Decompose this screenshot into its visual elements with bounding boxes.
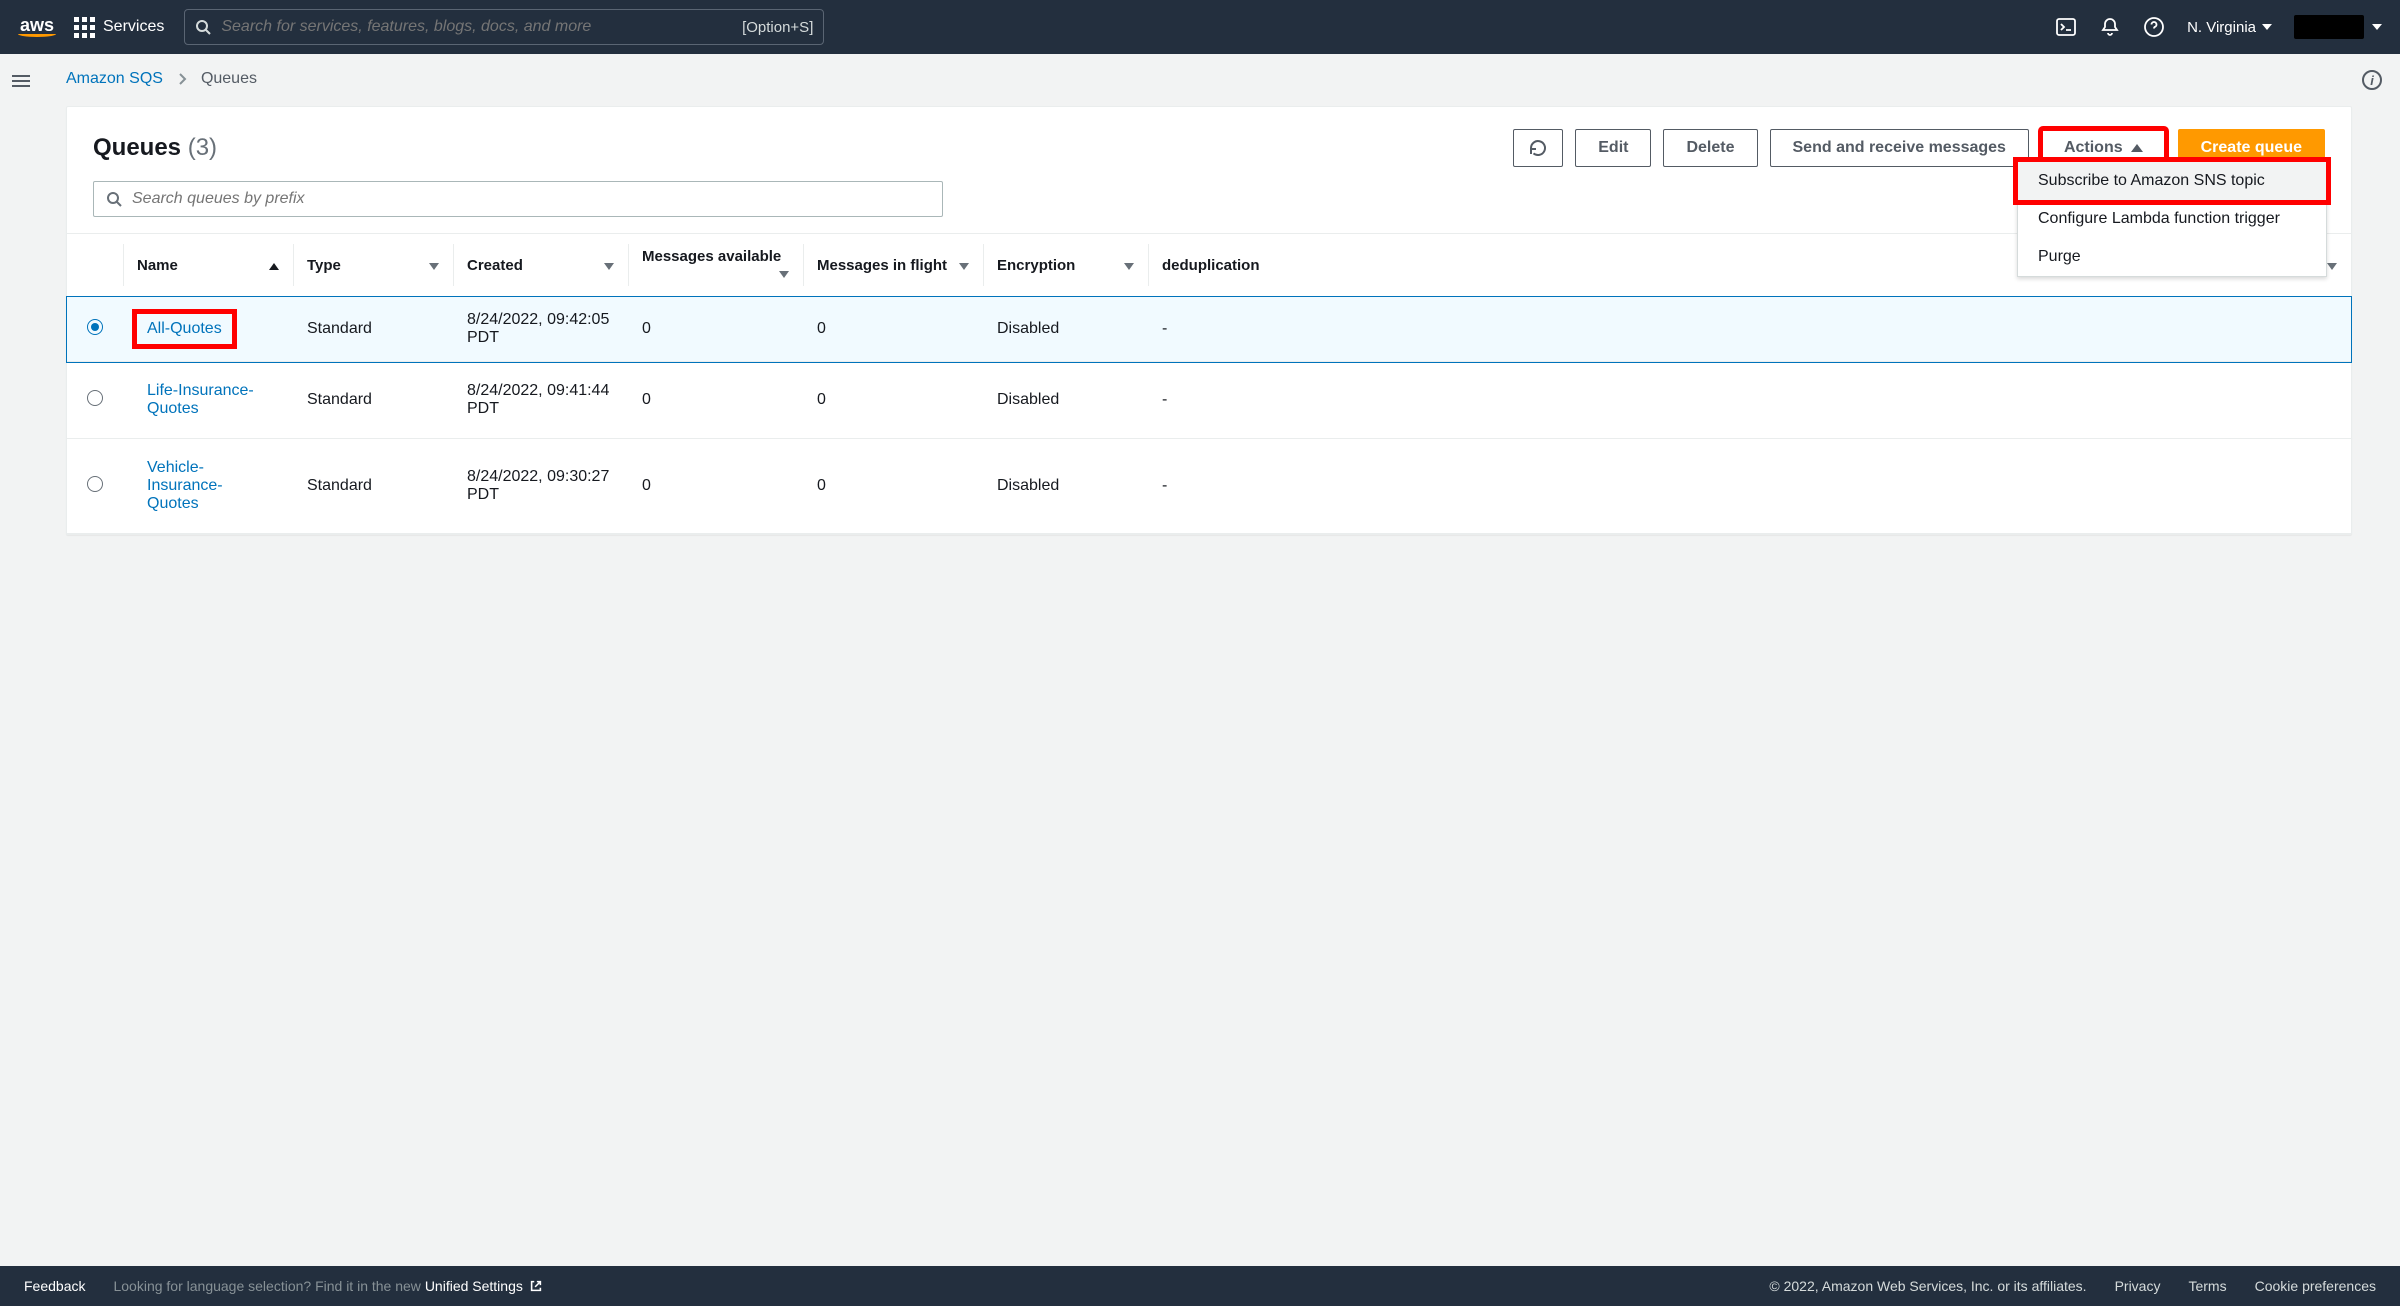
unified-settings-link[interactable]: Unified Settings — [425, 1278, 543, 1294]
cell-created: 8/24/2022, 09:30:27 PDT — [453, 439, 628, 534]
queues-panel: Queues (3) Edit Delete Send and receive … — [66, 106, 2352, 535]
table-row[interactable]: Vehicle-Insurance-Quotes Standard8/24/202… — [67, 439, 2351, 534]
search-shortcut: [Option+S] — [742, 19, 813, 36]
copyright: © 2022, Amazon Web Services, Inc. or its… — [1769, 1278, 2086, 1294]
cell-avail: 0 — [628, 439, 803, 534]
edit-button[interactable]: Edit — [1575, 129, 1651, 167]
caret-down-icon — [2262, 24, 2272, 30]
action-subscribe-sns[interactable]: Subscribe to Amazon SNS topic — [2018, 162, 2326, 200]
cell-encryption: Disabled — [983, 362, 1148, 439]
language-hint: Looking for language selection? Find it … — [113, 1278, 542, 1294]
side-panel-toggle[interactable] — [0, 54, 42, 551]
cell-encryption: Disabled — [983, 297, 1148, 362]
hamburger-icon — [12, 72, 30, 551]
cell-type: Standard — [293, 297, 453, 362]
breadcrumb-root[interactable]: Amazon SQS — [66, 70, 163, 88]
feedback-link[interactable]: Feedback — [24, 1278, 85, 1294]
col-encryption[interactable]: Encryption — [983, 234, 1148, 297]
table-row[interactable]: All-Quotes Standard8/24/2022, 09:42:05 PD… — [67, 297, 2351, 362]
privacy-link[interactable]: Privacy — [2115, 1278, 2161, 1294]
cell-created: 8/24/2022, 09:42:05 PDT — [453, 297, 628, 362]
col-name[interactable]: Name — [123, 234, 293, 297]
action-purge[interactable]: Purge — [2018, 238, 2326, 276]
search-icon — [195, 19, 211, 35]
cell-type: Standard — [293, 362, 453, 439]
queue-name-link[interactable]: Vehicle-Insurance-Quotes — [147, 459, 223, 512]
search-icon — [106, 191, 122, 207]
cell-dedup: - — [1148, 439, 2351, 534]
actions-dropdown: Subscribe to Amazon SNS topic Configure … — [2017, 161, 2327, 277]
cell-flight: 0 — [803, 439, 983, 534]
external-link-icon — [529, 1279, 543, 1293]
send-receive-button[interactable]: Send and receive messages — [1770, 129, 2029, 167]
region-selector[interactable]: N. Virginia — [2187, 19, 2272, 36]
account-dropdown[interactable] — [2294, 15, 2382, 39]
aws-logo[interactable]: aws — [18, 17, 56, 37]
table-row[interactable]: Life-Insurance-Quotes Standard8/24/2022, … — [67, 362, 2351, 439]
cell-flight: 0 — [803, 297, 983, 362]
cell-avail: 0 — [628, 297, 803, 362]
refresh-button[interactable] — [1513, 129, 1563, 167]
terms-link[interactable]: Terms — [2188, 1278, 2226, 1294]
col-messages-available[interactable]: Messages available — [628, 234, 803, 297]
delete-button[interactable]: Delete — [1663, 129, 1757, 167]
footer: Feedback Looking for language selection?… — [0, 1266, 2400, 1306]
cell-created: 8/24/2022, 09:41:44 PDT — [453, 362, 628, 439]
refresh-icon — [1528, 138, 1548, 158]
breadcrumb: Amazon SQS Queues — [66, 70, 2352, 88]
caret-up-icon — [2131, 144, 2143, 152]
queue-name-link[interactable]: Life-Insurance-Quotes — [147, 382, 254, 417]
global-search-input[interactable] — [221, 18, 742, 36]
action-configure-lambda[interactable]: Configure Lambda function trigger — [2018, 200, 2326, 238]
queue-search-input[interactable] — [132, 190, 930, 208]
row-radio[interactable] — [87, 319, 103, 335]
cell-flight: 0 — [803, 362, 983, 439]
chevron-right-icon — [177, 72, 187, 86]
row-radio[interactable] — [87, 390, 103, 406]
breadcrumb-current: Queues — [201, 70, 257, 88]
info-icon[interactable]: i — [2362, 70, 2382, 90]
queue-name-link[interactable]: All-Quotes — [147, 320, 222, 337]
row-radio[interactable] — [87, 476, 103, 492]
cell-dedup: - — [1148, 297, 2351, 362]
queues-table: Name Type Created Messages available Mes… — [67, 233, 2351, 534]
cell-dedup: - — [1148, 362, 2351, 439]
cell-encryption: Disabled — [983, 439, 1148, 534]
cell-avail: 0 — [628, 362, 803, 439]
cloudshell-icon[interactable] — [2055, 16, 2077, 38]
help-icon[interactable] — [2143, 16, 2165, 38]
caret-down-icon — [2372, 24, 2382, 30]
col-type[interactable]: Type — [293, 234, 453, 297]
col-messages-in-flight[interactable]: Messages in flight — [803, 234, 983, 297]
cookie-preferences-link[interactable]: Cookie preferences — [2255, 1278, 2376, 1294]
notifications-icon[interactable] — [2099, 16, 2121, 38]
top-nav: aws Services [Option+S] N. Virginia — [0, 0, 2400, 54]
queue-search[interactable] — [93, 181, 943, 217]
services-grid-icon — [74, 17, 95, 38]
services-button[interactable]: Services — [74, 17, 164, 38]
panel-title: Queues (3) — [93, 134, 217, 162]
global-search[interactable]: [Option+S] — [184, 9, 824, 45]
cell-type: Standard — [293, 439, 453, 534]
col-created[interactable]: Created — [453, 234, 628, 297]
services-label: Services — [103, 18, 164, 36]
